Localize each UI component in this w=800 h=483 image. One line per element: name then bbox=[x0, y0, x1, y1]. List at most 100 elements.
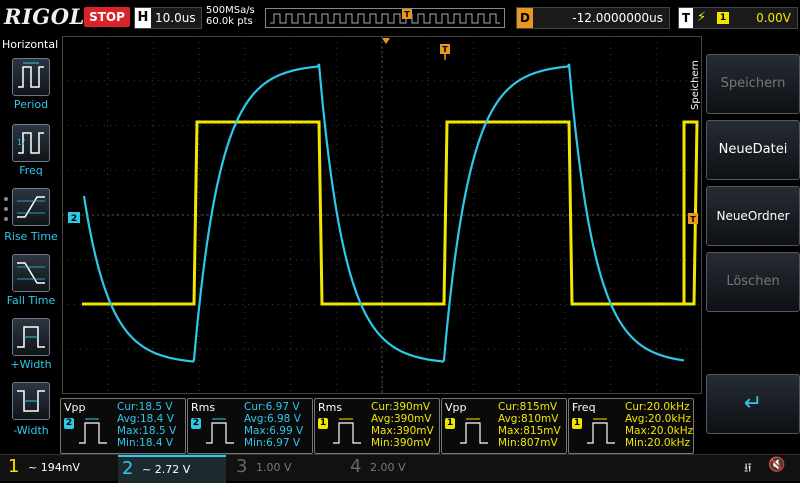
freq-button[interactable]: 1/ bbox=[12, 124, 50, 162]
channel-3-tab[interactable]: 3 1.00 V bbox=[232, 455, 340, 481]
measurement-2: Rms 2 Cur:6.97 V Avg:6.98 V Max:6.99 V Min:6.… bbox=[187, 398, 313, 454]
save-menu-title: Speichern bbox=[690, 60, 701, 110]
delay-label: D bbox=[517, 8, 533, 28]
channel-scale: 1.00 V bbox=[256, 461, 292, 474]
memory-depth: 60.0k pts bbox=[206, 16, 253, 27]
trigger-level: 0.00V bbox=[756, 11, 791, 25]
sample-info: 500MSa/s 60.0k pts bbox=[206, 5, 255, 27]
measurement-min: Min:18.4 V bbox=[117, 437, 174, 449]
measurement-5: Freq 1 Cur:20.0kHz Avg:20.0kHz Max:20.0kHz Mi… bbox=[568, 398, 694, 454]
measurement-cur: Cur:815mV bbox=[498, 401, 558, 413]
svg-text:2: 2 bbox=[71, 214, 77, 224]
delete-button[interactable]: Löschen bbox=[706, 252, 800, 312]
timebase-box[interactable]: H 10.0us bbox=[134, 7, 202, 29]
fall-time-button[interactable] bbox=[12, 254, 50, 292]
save-button[interactable]: Speichern bbox=[706, 54, 800, 114]
position-bar-waveform: T bbox=[270, 9, 500, 24]
measurement-channel: 1 bbox=[318, 418, 328, 429]
pos-width-icon bbox=[17, 326, 45, 348]
svg-text:T: T bbox=[442, 45, 448, 54]
measurement-min: Min:6.97 V bbox=[244, 437, 301, 449]
measurement-name: Freq bbox=[572, 401, 596, 414]
new-file-button[interactable]: NeueDatei bbox=[706, 120, 800, 180]
return-icon: ↵ bbox=[743, 391, 763, 416]
measurement-name: Vpp bbox=[445, 401, 467, 414]
ch2-reference-marker: 2 bbox=[68, 212, 80, 224]
measurement-max: Max:20.0kHz bbox=[625, 425, 694, 437]
measurement-cur: Cur:20.0kHz bbox=[625, 401, 690, 413]
neg-width-icon bbox=[17, 390, 45, 412]
channel-1-tab[interactable]: 1 ~ 194mV bbox=[4, 455, 112, 481]
measurement-name: Vpp bbox=[64, 401, 86, 414]
measurement-cur: Cur:18.5 V bbox=[117, 401, 173, 413]
rise-time-icon bbox=[17, 196, 45, 218]
freq-icon: 1/ bbox=[17, 132, 44, 154]
neg-width-button[interactable] bbox=[12, 382, 50, 420]
svg-text:1/: 1/ bbox=[17, 138, 25, 147]
measurement-avg: Avg:6.98 V bbox=[244, 413, 301, 425]
measurement-name: Rms bbox=[191, 401, 216, 414]
trigger-box[interactable]: T ⚡ 1 0.00V bbox=[678, 7, 798, 29]
rise-time-label: Rise Time bbox=[4, 230, 58, 243]
waveform-display[interactable]: T 2 T bbox=[62, 36, 702, 394]
channel-number: 3 bbox=[236, 456, 248, 477]
measurement-avg: Avg:390mV bbox=[371, 413, 432, 425]
measurement-name: Rms bbox=[318, 401, 343, 414]
channel-2-tab[interactable]: 2 ~ 2.72 V bbox=[118, 455, 226, 483]
measurement-channel: 1 bbox=[572, 418, 582, 429]
channel-number: 2 bbox=[122, 458, 134, 479]
return-button[interactable]: ↵ bbox=[706, 374, 800, 434]
trigger-pos-marker-2: T bbox=[440, 44, 450, 60]
position-trigger-marker: T bbox=[404, 10, 410, 19]
period-button[interactable] bbox=[12, 58, 50, 96]
horizontal-label: H bbox=[135, 8, 151, 28]
measurement-channel: 2 bbox=[64, 418, 74, 429]
measurement-max: Max:815mV bbox=[498, 425, 561, 437]
measurement-waveform-icon bbox=[79, 418, 107, 444]
trigger-edge-icon: ⚡ bbox=[697, 10, 707, 25]
measurement-max: Max:18.5 V bbox=[117, 425, 177, 437]
fall-time-label: Fall Time bbox=[6, 294, 56, 307]
measurement-1: Vpp 2 Cur:18.5 V Avg:18.4 V Max:18.5 V Min:18… bbox=[60, 398, 186, 454]
delay-box[interactable]: D -12.0000000us bbox=[516, 7, 670, 29]
pos-width-button[interactable] bbox=[12, 318, 50, 356]
measure-menu-title: Horizontal bbox=[2, 38, 59, 51]
freq-label: Freq bbox=[19, 164, 43, 177]
period-label: Period bbox=[13, 98, 49, 111]
delay-value: -12.0000000us bbox=[572, 11, 663, 25]
ch2-waveform bbox=[82, 63, 685, 363]
channel-number: 1 bbox=[8, 456, 20, 477]
sample-rate: 500MSa/s bbox=[206, 5, 255, 16]
graticule bbox=[62, 36, 702, 394]
trigger-level-marker: T bbox=[688, 213, 698, 224]
measurement-max: Max:390mV bbox=[371, 425, 434, 437]
measurement-min: Min:390mV bbox=[371, 437, 431, 449]
run-stop-indicator[interactable]: STOP bbox=[84, 7, 130, 27]
channel-number: 4 bbox=[350, 456, 362, 477]
measurement-min: Min:20.0kHz bbox=[625, 437, 691, 449]
measurement-waveform-icon bbox=[206, 418, 234, 444]
measurement-min: Min:807mV bbox=[498, 437, 558, 449]
waveform-position-bar[interactable]: T bbox=[265, 8, 505, 28]
svg-text:T: T bbox=[690, 215, 696, 224]
new-folder-button[interactable]: NeueOrdner bbox=[706, 186, 800, 246]
fall-time-icon bbox=[17, 262, 45, 284]
brand-logo: RIGOL bbox=[4, 4, 85, 29]
trigger-source: 1 bbox=[717, 12, 729, 24]
channel-4-tab[interactable]: 4 2.00 V bbox=[346, 455, 454, 481]
measurement-channel: 1 bbox=[445, 418, 455, 429]
measurement-cur: Cur:6.97 V bbox=[244, 401, 300, 413]
measurement-max: Max:6.99 V bbox=[244, 425, 304, 437]
measurement-waveform-icon bbox=[333, 418, 361, 444]
ch1-waveform bbox=[82, 120, 699, 306]
timebase-value: 10.0us bbox=[155, 11, 196, 25]
usb-icon: ⭿ bbox=[744, 461, 752, 475]
trigger-position-marker bbox=[382, 38, 390, 44]
measurement-channel: 2 bbox=[191, 418, 201, 429]
measurement-avg: Avg:18.4 V bbox=[117, 413, 174, 425]
period-icon bbox=[18, 62, 44, 88]
measurement-3: Rms 1 Cur:390mV Avg:390mV Max:390mV Min:390mV bbox=[314, 398, 440, 454]
rise-time-button[interactable] bbox=[12, 188, 50, 226]
neg-width-label: -Width bbox=[13, 424, 49, 437]
measurement-avg: Avg:810mV bbox=[498, 413, 559, 425]
